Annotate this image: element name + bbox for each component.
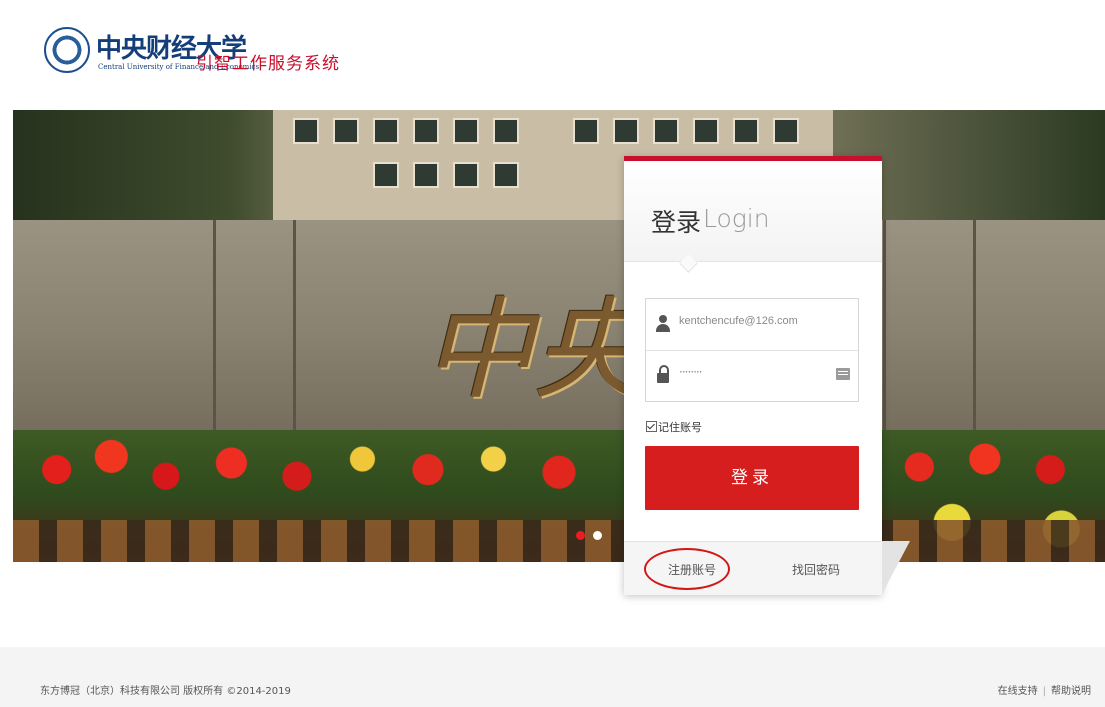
keyboard-icon[interactable]	[836, 368, 850, 380]
university-emblem-icon[interactable]	[44, 27, 90, 73]
register-account-link[interactable]: 注册账号	[668, 561, 716, 578]
online-support-link[interactable]: 在线支持	[998, 686, 1038, 697]
password-field[interactable]: ········	[646, 351, 858, 402]
carousel-dot[interactable]	[593, 531, 602, 540]
remember-label[interactable]: 记住账号	[658, 419, 702, 435]
footer: 东方博冠（北京）科技有限公司 版权所有 ©2014-2019 在线支持 | 帮助说明	[0, 647, 1105, 707]
system-title: 引智工作服务系统	[196, 54, 340, 74]
copyright-text: 东方博冠（北京）科技有限公司 版权所有 ©2014-2019	[40, 686, 291, 697]
username-value[interactable]: kentchencufe@126.com	[679, 315, 798, 327]
login-card-footer: 注册账号 找回密码	[624, 541, 882, 595]
campus-banner-image: 中央财	[13, 110, 1105, 562]
login-input-group: kentchencufe@126.com ········	[645, 298, 859, 402]
password-value[interactable]: ········	[679, 365, 702, 379]
username-field[interactable]: kentchencufe@126.com	[646, 299, 858, 351]
login-title-english: Login	[703, 204, 770, 233]
footer-links: 在线支持 | 帮助说明	[998, 682, 1091, 697]
user-icon	[656, 315, 670, 333]
remember-checkbox[interactable]	[646, 421, 657, 432]
footer-separator: |	[1042, 686, 1046, 697]
login-card: 登录 Login kentchencufe@126.com ········ 记…	[624, 156, 910, 595]
login-card-header: 登录 Login	[624, 161, 882, 262]
banner-flower-pots	[13, 520, 1105, 562]
help-link[interactable]: 帮助说明	[1051, 686, 1091, 697]
card-shadow-tail	[882, 541, 910, 594]
carousel-dot-active[interactable]	[576, 531, 585, 540]
header: 中央财经大学 Central University of Finance and…	[0, 0, 1105, 110]
login-title-chinese: 登录	[651, 208, 702, 237]
lock-icon	[657, 365, 669, 383]
login-button[interactable]: 登录	[645, 446, 859, 510]
forgot-password-link[interactable]: 找回密码	[792, 561, 840, 578]
